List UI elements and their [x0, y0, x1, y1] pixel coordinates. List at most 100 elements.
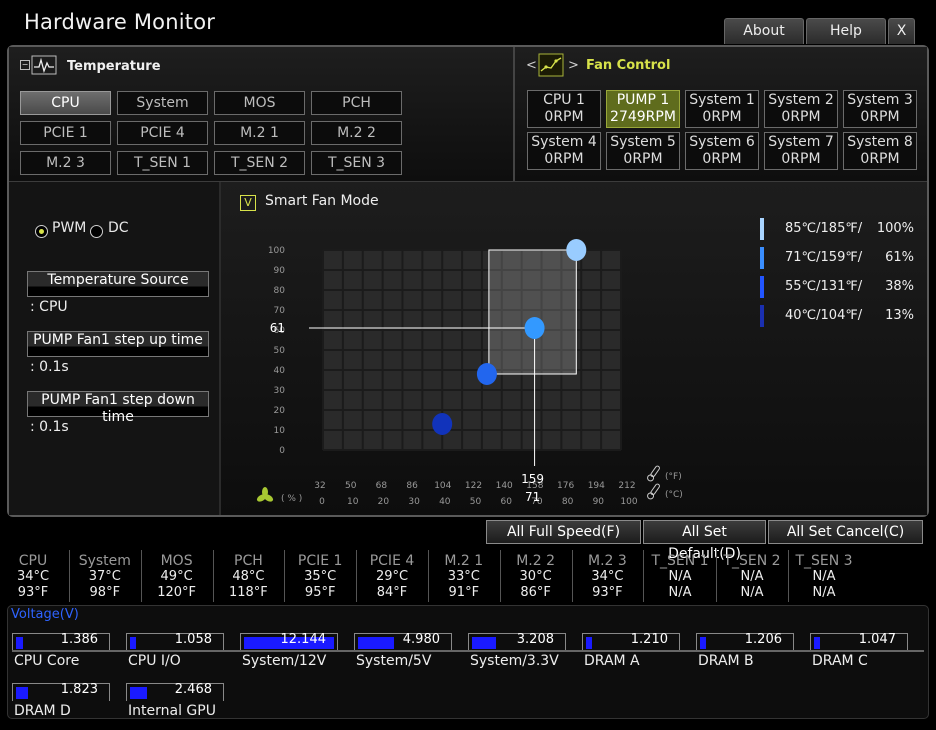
temp-readout-name: M.2 3: [587, 553, 627, 569]
voltage-value: 1.058: [174, 632, 212, 647]
temp-readout-t-sen-3: T_SEN 3 N/A N/A: [789, 553, 859, 601]
x-tick-f-label: 50: [345, 481, 357, 491]
legend-swatch: [760, 218, 764, 240]
temp-readout-m-2-1: M.2 1 33°C 91°F: [429, 553, 499, 601]
fan-rpm: 0RPM: [860, 109, 900, 125]
fan-prev-button[interactable]: <: [526, 58, 537, 73]
step-up-time-button[interactable]: PUMP Fan1 step up time: [27, 331, 209, 357]
voltage-name: CPU Core: [14, 653, 80, 669]
temp-source-m-2-3[interactable]: M.2 3: [20, 151, 111, 175]
x-tick-c-label: 80: [562, 497, 574, 507]
fan-system-4-button[interactable]: System 4 0RPM: [527, 132, 601, 170]
fan-next-button[interactable]: >: [568, 58, 579, 73]
fan-curve-point-1[interactable]: [432, 413, 453, 435]
fan-system-6-button[interactable]: System 6 0RPM: [685, 132, 759, 170]
temp-source-pcie-4[interactable]: PCIE 4: [117, 121, 208, 145]
x-tick-c-label: 50: [470, 497, 482, 507]
collapse-icon[interactable]: −: [20, 60, 30, 70]
x-tick-c-label: 100: [620, 497, 637, 507]
legend-temp: 71℃/159℉/: [785, 250, 863, 265]
fan-cpu-1-button[interactable]: CPU 1 0RPM: [527, 90, 601, 128]
fan-name: System 3: [847, 92, 913, 108]
fan-curve-point-3[interactable]: [524, 317, 545, 339]
x-tick-c-label: 60: [500, 497, 512, 507]
about-button[interactable]: About: [724, 18, 804, 44]
temp-source-pcie-1[interactable]: PCIE 1: [20, 121, 111, 145]
fan-icon: [256, 487, 274, 502]
temp-readout-celsius: 37°C: [88, 569, 121, 584]
temp-source-t-sen-1[interactable]: T_SEN 1: [117, 151, 208, 175]
temp-readout-name: PCIE 1: [297, 553, 343, 569]
voltage-value: 1.386: [60, 632, 98, 647]
x-tick-f-label: 176: [557, 481, 574, 491]
voltage-bar-fill: [130, 687, 147, 699]
legend-temp: 85℃/185℉/: [785, 221, 863, 236]
temp-readout-fahrenheit: 93°F: [592, 585, 623, 600]
temp-source-pch[interactable]: PCH: [311, 91, 402, 115]
help-button[interactable]: Help: [806, 18, 886, 44]
fan-rpm: 0RPM: [623, 151, 663, 167]
fan-name: System 6: [689, 134, 755, 150]
fan-rpm: 0RPM: [781, 109, 821, 125]
legend-percent: 13%: [885, 308, 914, 323]
fan-system-2-button[interactable]: System 2 0RPM: [764, 90, 838, 128]
temp-readout-celsius: N/A: [812, 569, 836, 584]
fan-system-1-button[interactable]: System 1 0RPM: [685, 90, 759, 128]
temp-readout-name: M.2 2: [516, 553, 555, 569]
temp-readout-name: T_SEN 2: [723, 553, 781, 569]
fan-system-7-button[interactable]: System 7 0RPM: [764, 132, 838, 170]
temp-source-m-2-1[interactable]: M.2 1: [214, 121, 305, 145]
dc-radio[interactable]: [90, 225, 103, 238]
all-full-speed-button[interactable]: All Full Speed(F): [486, 520, 641, 544]
temperature-heading: Temperature: [67, 59, 161, 74]
legend-percent: 61%: [885, 250, 914, 265]
voltage-name: DRAM D: [14, 703, 71, 719]
fan-system-5-button[interactable]: System 5 0RPM: [606, 132, 680, 170]
temp-readout-m-2-3: M.2 3 34°C 93°F: [572, 553, 642, 601]
fan-rpm: 0RPM: [781, 151, 821, 167]
voltage-bar-fill: [130, 637, 136, 649]
temp-source-m-2-2[interactable]: M.2 2: [311, 121, 402, 145]
temp-source-system[interactable]: System: [117, 91, 208, 115]
pwm-radio[interactable]: [35, 225, 48, 238]
dc-label: DC: [108, 220, 129, 236]
temp-source-mos[interactable]: MOS: [214, 91, 305, 115]
all-set-default-button[interactable]: All Set Default(D): [643, 520, 766, 562]
close-button[interactable]: X: [888, 18, 915, 44]
panel-divider: [513, 47, 515, 181]
legend-swatch: [760, 305, 764, 327]
temp-readout-name: CPU: [18, 553, 48, 569]
temp-readout-name: T_SEN 1: [651, 553, 709, 569]
pwm-label: PWM: [52, 220, 87, 236]
temp-source-t-sen-2[interactable]: T_SEN 2: [214, 151, 305, 175]
x-tick-c-label: 20: [378, 497, 390, 507]
temp-readout-fahrenheit: 84°F: [376, 585, 408, 600]
voltage-name: DRAM C: [812, 653, 868, 669]
temp-source-cpu[interactable]: CPU: [20, 91, 111, 115]
temp-readout-fahrenheit: N/A: [812, 585, 836, 600]
fan-curve-chart[interactable]: 100908070605040302010032 50 68 86 104 122 140 1…: [221, 182, 701, 515]
temperature-source-button[interactable]: Temperature Source: [27, 271, 209, 297]
step-down-time-button[interactable]: PUMP Fan1 step down time: [27, 391, 209, 425]
temp-source-t-sen-3[interactable]: T_SEN 3: [311, 151, 402, 175]
temp-readout-celsius: 49°C: [160, 569, 193, 584]
all-set-cancel-button[interactable]: All Set Cancel(C): [768, 520, 923, 544]
fan-curve-point-4[interactable]: [566, 239, 587, 261]
y-tick-label: 0: [279, 446, 285, 456]
temp-readout-celsius: 30°C: [519, 569, 552, 584]
voltage-name: Internal GPU: [128, 703, 216, 719]
voltage-name: System/12V: [242, 653, 327, 669]
current-y-label: 61: [270, 321, 285, 335]
fan-name: System 2: [768, 92, 834, 108]
fan-system-3-button[interactable]: System 3 0RPM: [843, 90, 917, 128]
voltage-name: System/3.3V: [470, 653, 559, 669]
fan-system-8-button[interactable]: System 8 0RPM: [843, 132, 917, 170]
thermometer-icon: [647, 465, 660, 482]
fan-rpm: 0RPM: [544, 151, 584, 167]
x-tick-f-label: 104: [434, 481, 451, 491]
fan-rpm: 0RPM: [702, 109, 742, 125]
temperature-source-value: : CPU: [30, 299, 68, 315]
fan-curve-point-2[interactable]: [476, 363, 497, 385]
voltage-baseline: [12, 650, 924, 652]
fan-pump-1-button[interactable]: PUMP 1 2749RPM: [606, 90, 680, 128]
